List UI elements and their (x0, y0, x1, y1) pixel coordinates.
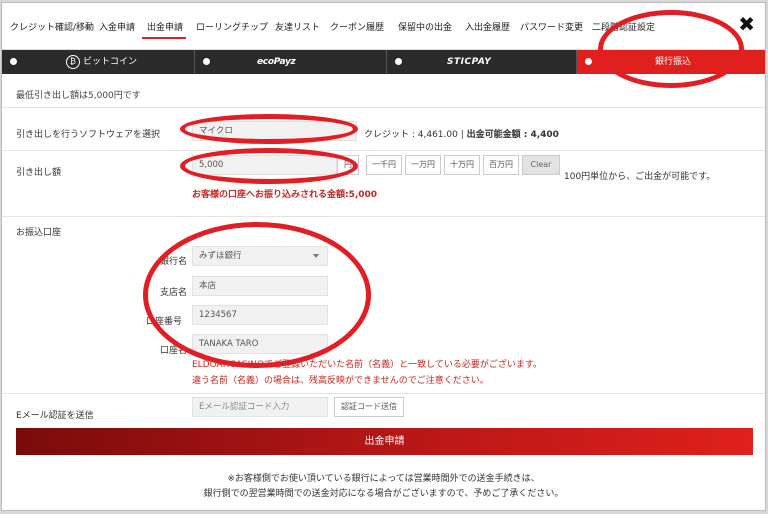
method-bank-transfer[interactable]: 銀行振込 (577, 50, 765, 74)
radio-dot (203, 58, 210, 65)
account-holder-input[interactable]: TANAKA TARO (192, 334, 328, 354)
available-amount: 出金可能金額 : 4,400 (466, 130, 559, 140)
radio-dot (585, 58, 592, 65)
divider (2, 150, 765, 151)
account-number-input[interactable]: 1234567 (192, 305, 328, 325)
add-1000-button[interactable]: 一千円 (366, 155, 402, 175)
method-bitcoin[interactable]: ₿ ビットコイン (2, 50, 195, 74)
name-warning-2: 違う名前（名義）の場合は、残高反映ができませんのでご注意ください。 (192, 376, 489, 386)
min-withdrawal-note: 最低引き出し額は5,000円です (16, 91, 141, 101)
chevron-down-icon (313, 254, 319, 258)
tab-pending-withdrawal[interactable]: 保留中の出金 (398, 20, 452, 33)
method-ecopayz[interactable]: ecoPayz (195, 50, 387, 74)
footer-note-2: 銀行側での翌営業時間での送金対応になる場合がございますので、予めご了承ください。 (203, 489, 564, 499)
branch-label: 支店名 (160, 288, 188, 298)
tab-2fa[interactable]: 二段階認証設定 (592, 20, 655, 33)
ecopayz-logo: ecoPayz (257, 57, 296, 67)
divider (2, 393, 765, 394)
software-label: 引き出しを行うソフトウェアを選択 (16, 130, 161, 140)
amount-input[interactable]: 5,000 (192, 155, 337, 175)
method-bank-transfer-label: 銀行振込 (655, 57, 692, 67)
tab-coupon-history[interactable]: クーポン履歴 (330, 20, 384, 33)
radio-dot (10, 58, 17, 65)
account-holder-label: 口座名 (160, 346, 188, 356)
tab-transaction-history[interactable]: 入出金履歴 (465, 20, 510, 33)
tab-rolling-chip[interactable]: ローリングチップ (196, 20, 268, 33)
send-code-button[interactable]: 認証コード送信 (334, 397, 404, 417)
add-100000-button[interactable]: 十万円 (444, 155, 480, 175)
add-1000000-button[interactable]: 百万円 (483, 155, 519, 175)
active-tab-indicator (142, 37, 186, 39)
tab-bar: クレジット確認/移動 入金申請 出金申請 ローリングチップ 友達リスト クーポン… (2, 3, 765, 50)
tab-credit[interactable]: クレジット確認/移動 (10, 20, 94, 33)
bank-select[interactable]: みずほ銀行 (192, 246, 328, 266)
name-warning-1: ELDOAHCASINOでご登録いただいた名前（名義）と一致している必要がござい… (192, 360, 542, 370)
credit-text: クレジット : 4,461.00 | (364, 130, 467, 140)
software-select[interactable]: マイクロ (192, 121, 357, 141)
submit-withdrawal-button[interactable]: 出金申請 (16, 428, 753, 455)
bank-name-label: 銀行名 (160, 257, 188, 267)
account-number-label: 口座番号 (146, 317, 183, 327)
bank-section-label: お振込口座 (16, 228, 62, 238)
tab-deposit[interactable]: 入金申請 (99, 20, 135, 33)
method-bitcoin-label: ビットコイン (83, 57, 138, 67)
transfer-amount-text: お客様の口座へお振り込みされる金額:5,000 (192, 190, 378, 200)
divider (2, 107, 765, 108)
sticpay-logo: STICPAY (447, 57, 492, 67)
tab-withdrawal[interactable]: 出金申請 (147, 20, 183, 33)
radio-dot (395, 58, 402, 65)
clear-button[interactable]: Clear (522, 155, 560, 175)
tab-password[interactable]: パスワード変更 (520, 20, 583, 33)
add-10000-button[interactable]: 一万円 (405, 155, 441, 175)
amount-unit-note: 100円単位から、ご出金が可能です。 (564, 172, 716, 182)
amount-label: 引き出し額 (16, 168, 62, 178)
divider (2, 216, 765, 217)
currency-unit: 円 (337, 155, 359, 175)
branch-input[interactable]: 本店 (192, 276, 328, 296)
method-sticpay[interactable]: STICPAY (387, 50, 577, 74)
payment-method-bar: ₿ ビットコイン ecoPayz STICPAY 銀行振込 (2, 50, 765, 74)
email-code-input[interactable]: Eメール認証コード入力 (192, 397, 328, 417)
bank-select-value: みずほ銀行 (199, 251, 242, 261)
tab-friends[interactable]: 友達リスト (275, 20, 320, 33)
footer-note-1: ※お客様側でお使い頂いている銀行によっては営業時間外での送金手続きは、 (227, 474, 540, 484)
close-icon[interactable]: ✖ (738, 14, 755, 34)
bitcoin-icon: ₿ (66, 54, 80, 69)
withdrawal-modal: クレジット確認/移動 入金申請 出金申請 ローリングチップ 友達リスト クーポン… (1, 2, 766, 511)
email-verify-label: Eメール認証を送信 (16, 411, 94, 421)
